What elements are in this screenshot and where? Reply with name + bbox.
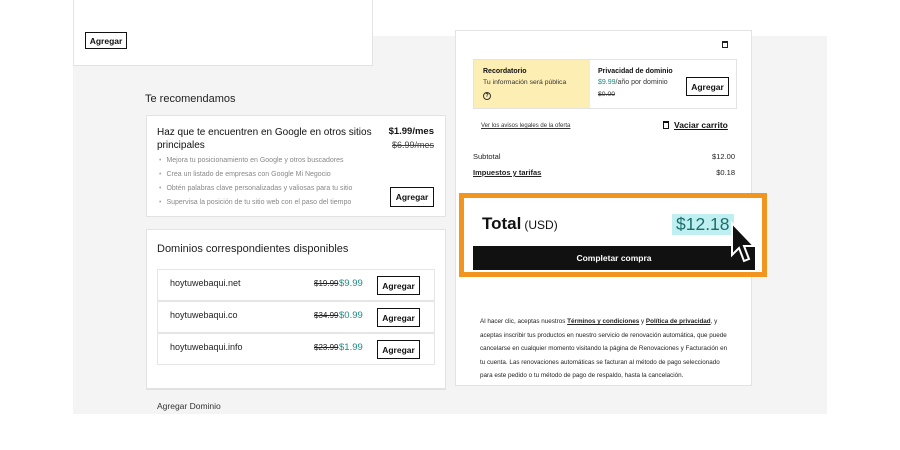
taxes-label[interactable]: Impuestos y tarifas	[473, 168, 541, 177]
total-amount: $12.18	[672, 214, 734, 235]
domain-name: hoytuwebaqui.co	[170, 310, 238, 320]
total-highlight-box: Total (USD) $12.18 Completar compra	[459, 193, 767, 277]
domain-old-price: $19.99	[314, 279, 339, 288]
complete-purchase-button[interactable]: Completar compra	[473, 246, 755, 270]
add-domain-link[interactable]: Agregar Dominio	[157, 401, 221, 411]
divider	[146, 389, 446, 390]
privacy-price-line: $9.99/año por dominio	[598, 79, 668, 86]
legal-notice-link[interactable]: Ver los avisos legales de la oferta	[481, 123, 570, 129]
benefit-item: Obtén palabras clave personalizadas y va…	[159, 182, 352, 196]
reminder-text: Tu información será pública	[483, 79, 567, 86]
domain-price: $1.99	[339, 342, 363, 353]
recommend-heading: Te recomendamos	[145, 93, 236, 105]
domain-old-price: $34.99	[314, 311, 339, 320]
domain-add-button[interactable]: Agregar	[377, 340, 420, 359]
terms-text: Al hacer clic, aceptas nuestros Términos…	[480, 315, 734, 383]
privacy-price: $9.99	[598, 79, 616, 86]
domain-name: hoytuwebaqui.info	[170, 342, 243, 352]
terms-pre: Al hacer clic, aceptas nuestros	[480, 318, 568, 325]
cursor-icon	[731, 221, 756, 263]
domain-row: hoytuwebaqui.net $19.99 $9.99 Agregar	[157, 269, 435, 301]
domain-price: $9.99	[339, 278, 363, 289]
total-currency: (USD)	[524, 218, 558, 232]
domains-card: Dominios correspondientes disponibles ho…	[146, 229, 446, 389]
subtotal-label: Subtotal	[473, 152, 501, 161]
empty-cart-link[interactable]: Vaciar carrito	[663, 120, 728, 130]
cart-icon	[663, 121, 669, 129]
domains-card-title: Dominios correspondientes disponibles	[157, 243, 349, 255]
reminder-title: Recordatorio	[483, 68, 527, 75]
privacy-old-price: $0.00	[598, 91, 616, 98]
terms-link[interactable]: Términos y condiciones	[567, 318, 639, 325]
reminder-panel: Recordatorio Tu información será pública…	[474, 60, 590, 108]
google-add-button[interactable]: Agregar	[390, 187, 434, 207]
privacy-policy-link[interactable]: Política de privacidad	[646, 318, 711, 325]
google-card-price: $1.99/mes	[388, 126, 434, 137]
benefit-item: Supervisa la posición de tu sitio web co…	[159, 196, 352, 210]
domain-row: hoytuwebaqui.info $23.99 $1.99 Agregar	[157, 333, 435, 365]
benefit-item: Crea un listado de empresas con Google M…	[159, 168, 352, 182]
empty-cart-label: Vaciar carrito	[674, 120, 728, 130]
subtotal-value: $12.00	[712, 152, 735, 161]
domain-add-button[interactable]: Agregar	[377, 308, 420, 327]
benefit-item: Mejora tu posicionamiento en Google y ot…	[159, 154, 352, 168]
taxes-value: $0.18	[716, 168, 735, 177]
google-card-benefits: Mejora tu posicionamiento en Google y ot…	[159, 154, 352, 210]
domain-price: $0.99	[339, 310, 363, 321]
domain-row: hoytuwebaqui.co $34.99 $0.99 Agregar	[157, 301, 435, 333]
google-card-title: Haz que te encuentren en Google en otros…	[157, 127, 372, 151]
privacy-add-button[interactable]: Agregar	[686, 77, 729, 96]
top-add-button[interactable]: Agregar	[85, 32, 127, 49]
total-label-line: Total (USD)	[482, 214, 558, 234]
terms-mid: y	[639, 318, 646, 325]
google-listing-card: Haz que te encuentren en Google en otros…	[146, 115, 446, 217]
privacy-title: Privacidad de dominio	[598, 68, 673, 75]
total-label: Total	[482, 214, 522, 233]
domain-old-price: $23.99	[314, 343, 339, 352]
top-product-card: Agregar	[73, 0, 373, 66]
google-card-old-price: $6.99/mes	[391, 140, 434, 150]
domain-add-button[interactable]: Agregar	[377, 276, 420, 295]
trash-icon[interactable]	[722, 41, 728, 48]
domain-name: hoytuwebaqui.net	[170, 278, 241, 288]
privacy-reminder: Recordatorio Tu información será pública…	[473, 59, 737, 109]
privacy-period: /año por dominio	[615, 79, 668, 86]
info-icon: ?	[483, 92, 491, 100]
terms-post: , y aceptas inscribir tus productos en n…	[480, 318, 728, 380]
